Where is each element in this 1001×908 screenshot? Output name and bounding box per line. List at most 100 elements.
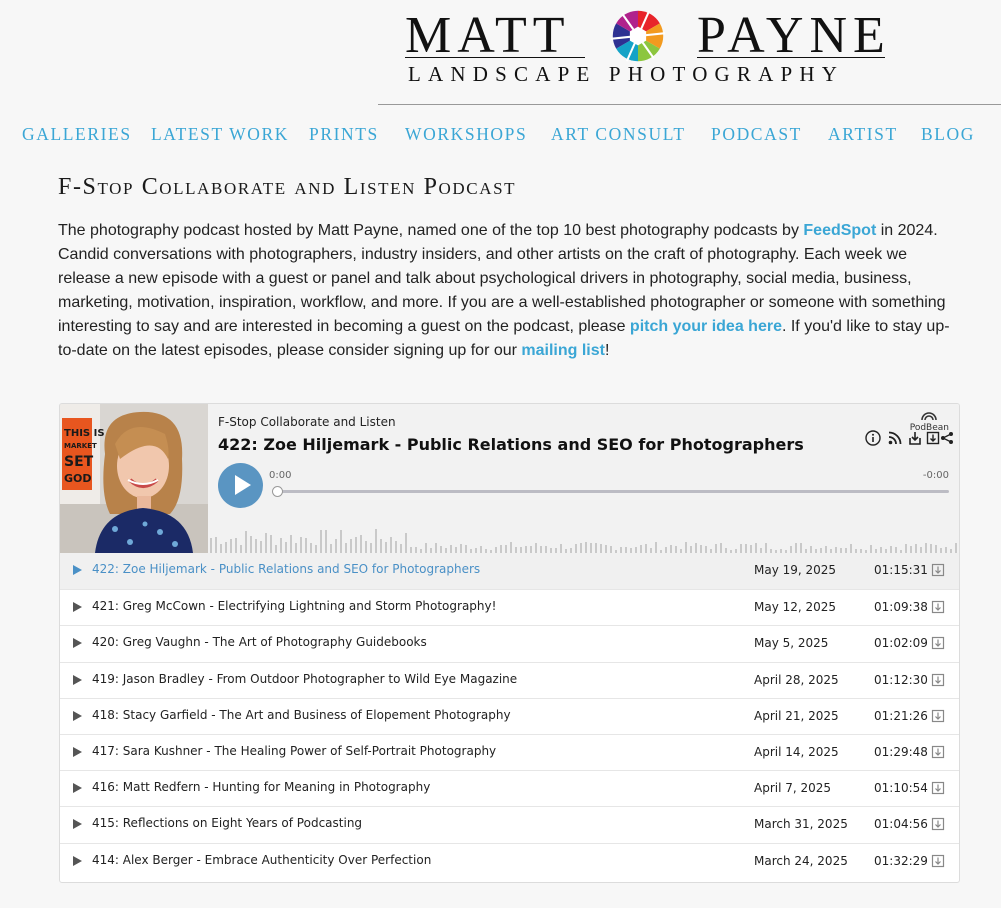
play-button[interactable] [218, 463, 263, 508]
episode-download-icon[interactable] [931, 563, 945, 577]
episode-row[interactable]: 415: Reflections on Eight Years of Podca… [60, 806, 959, 842]
episode-title[interactable]: 422: Zoe Hiljemark - Public Relations an… [92, 562, 480, 576]
waveform-bar [355, 537, 357, 553]
waveform-bar [800, 543, 802, 553]
episode-date: May 5, 2025 [754, 636, 829, 651]
waveform-bar [540, 546, 542, 553]
waveform-bar [290, 535, 292, 553]
episode-play-icon[interactable] [73, 819, 82, 830]
episode-row[interactable]: 417: Sara Kushner - The Healing Power of… [60, 733, 959, 770]
episode-download-icon[interactable] [931, 854, 945, 868]
waveform-bar [295, 543, 297, 553]
mailing-list-link[interactable]: mailing list [521, 342, 605, 359]
player-header: THIS IS MARKET SET GOD F-Stop Collaborat… [60, 404, 959, 553]
info-icon[interactable] [864, 429, 882, 447]
episode-row[interactable]: 420: Greg Vaughn - The Art of Photograph… [60, 625, 959, 661]
show-name[interactable]: F-Stop Collaborate and Listen [218, 415, 396, 429]
cover-text-4: GOD [64, 472, 92, 485]
waveform-bar [310, 543, 312, 553]
nav-podcast[interactable]: PODCAST [711, 124, 802, 145]
waveform-bar [530, 546, 532, 553]
cover-text-2: MARKET [64, 442, 97, 450]
waveform-bar [695, 543, 697, 553]
waveform-bar [215, 537, 217, 553]
episode-duration: 01:02:09 [874, 636, 928, 651]
waveform-bar [585, 542, 587, 553]
waveform-bar [345, 543, 347, 553]
episode-row[interactable]: 421: Greg McCown - Electrifying Lightnin… [60, 589, 959, 625]
episode-list: 422: Zoe Hiljemark - Public Relations an… [60, 553, 959, 879]
episode-download-icon[interactable] [931, 817, 945, 831]
nav-galleries[interactable]: GALLERIES [22, 124, 132, 145]
waveform-bar [375, 529, 377, 553]
episode-download-icon[interactable] [931, 636, 945, 650]
waveform-bar [335, 539, 337, 553]
episode-duration: 01:09:38 [874, 600, 928, 615]
episode-play-icon[interactable] [73, 783, 82, 794]
feedspot-link[interactable]: FeedSpot [803, 222, 876, 239]
share-icon[interactable] [938, 429, 956, 447]
episode-download-icon[interactable] [931, 673, 945, 687]
cover-text-1: THIS IS [64, 428, 105, 439]
episode-download-icon[interactable] [931, 709, 945, 723]
progress-bar[interactable] [272, 486, 949, 497]
aperture-logo-icon [610, 10, 666, 62]
episode-title[interactable]: 418: Stacy Garfield - The Art and Busine… [92, 708, 511, 722]
episode-play-icon[interactable] [73, 638, 82, 649]
rss-icon[interactable] [886, 429, 904, 447]
waveform-bar [825, 546, 827, 553]
episode-row[interactable]: 414: Alex Berger - Embrace Authenticity … [60, 842, 959, 879]
episode-play-icon[interactable] [73, 855, 82, 866]
episode-row[interactable]: 422: Zoe Hiljemark - Public Relations an… [60, 553, 959, 590]
episode-play-icon[interactable] [73, 710, 82, 721]
episode-row[interactable]: 416: Matt Redfern - Hunting for Meaning … [60, 770, 959, 806]
waveform-bar [380, 539, 382, 553]
waveform-bar [670, 545, 672, 553]
episode-cover-image: THIS IS MARKET SET GOD [60, 404, 208, 553]
site-logo[interactable]: MATT PAYNE LANDSCAPE PHOTOGRAPHY [405, 6, 895, 86]
episode-play-icon[interactable] [73, 674, 82, 685]
episode-play-icon[interactable] [73, 746, 82, 757]
nav-art-consult[interactable]: ART CONSULT [551, 124, 686, 145]
episode-title[interactable]: 419: Jason Bradley - From Outdoor Photog… [92, 672, 517, 686]
pitch-idea-link[interactable]: pitch your idea here [630, 318, 782, 335]
episode-row[interactable]: 419: Jason Bradley - From Outdoor Photog… [60, 661, 959, 698]
waveform-bar [365, 541, 367, 553]
waveform-bar [915, 544, 917, 553]
current-episode-title[interactable]: 422: Zoe Hiljemark - Public Relations an… [218, 435, 804, 454]
episode-title[interactable]: 414: Alex Berger - Embrace Authenticity … [92, 853, 431, 867]
waveform-bar [600, 544, 602, 553]
waveform-bar [700, 545, 702, 553]
main-nav: GALLERIES LATEST WORK PRINTS WORKSHOPS A… [0, 124, 1001, 148]
waveform-bar [720, 543, 722, 553]
waveform-bar [795, 543, 797, 553]
episode-play-icon[interactable] [73, 602, 82, 613]
episode-row[interactable]: 418: Stacy Garfield - The Art and Busine… [60, 697, 959, 734]
subscribe-icon[interactable] [906, 429, 924, 447]
waveform-bar [955, 543, 957, 553]
episode-play-icon[interactable] [73, 565, 82, 575]
episode-title[interactable]: 421: Greg McCown - Electrifying Lightnin… [92, 599, 496, 613]
nav-blog[interactable]: BLOG [921, 124, 975, 145]
nav-latest-work[interactable]: LATEST WORK [151, 124, 289, 145]
waveform-bar [340, 530, 342, 553]
progress-handle[interactable] [272, 486, 283, 497]
episode-download-icon[interactable] [931, 745, 945, 759]
episode-download-icon[interactable] [931, 781, 945, 795]
nav-artist[interactable]: ARTIST [828, 124, 898, 145]
episode-title[interactable]: 420: Greg Vaughn - The Art of Photograph… [92, 635, 427, 649]
episode-title[interactable]: 417: Sara Kushner - The Healing Power of… [92, 744, 496, 758]
nav-workshops[interactable]: WORKSHOPS [405, 124, 527, 145]
waveform-bar [500, 545, 502, 553]
episode-title[interactable]: 416: Matt Redfern - Hunting for Meaning … [92, 780, 430, 794]
waveform-bar [370, 543, 372, 553]
nav-prints[interactable]: PRINTS [309, 124, 379, 145]
episode-date: March 24, 2025 [754, 853, 848, 868]
waveform-bar [745, 544, 747, 553]
waveform-bar [405, 533, 407, 553]
episode-download-icon[interactable] [931, 600, 945, 614]
waveform-bar [535, 543, 537, 553]
episode-title[interactable]: 415: Reflections on Eight Years of Podca… [92, 816, 362, 830]
waveform-bar [275, 545, 277, 553]
intro-text-1: The photography podcast hosted by Matt P… [58, 222, 804, 239]
